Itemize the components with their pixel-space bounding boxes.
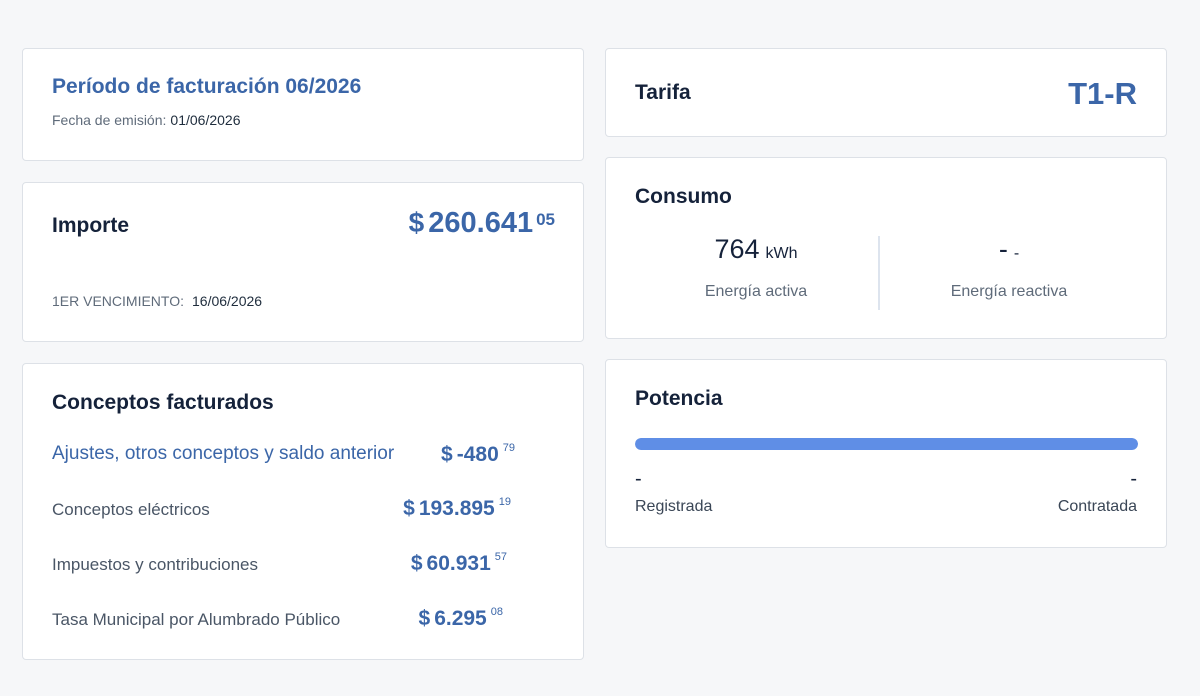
concept-amount-int: 60.931: [426, 552, 491, 575]
energia-activa-label: Energía activa: [704, 283, 808, 300]
importe-card: Importe $260.641 05 1ER VENCIMIENTO: 16/06…: [22, 182, 584, 342]
concept-label: Tasa Municipal por Alumbrado Público: [52, 610, 341, 629]
consumo-title: Consumo: [635, 185, 732, 208]
energia-reactiva-value-row: --: [889, 234, 1129, 265]
concept-amount-cents: 57: [494, 551, 507, 563]
concept-amount: $6.295 08: [418, 606, 504, 631]
concept-label: Conceptos eléctricos: [52, 500, 210, 519]
concept-row-impuestos: Impuestos y contribuciones $60.931 57: [52, 551, 552, 578]
concept-currency: $: [410, 552, 423, 575]
potencia-title: Potencia: [635, 387, 723, 410]
concept-amount-int: 6.295: [434, 607, 487, 630]
concept-amount-int: -480: [456, 443, 499, 466]
vencimiento-label: 1ER VENCIMIENTO:: [52, 293, 184, 309]
potencia-card: Potencia - - Registrada Contratada: [605, 359, 1167, 548]
potencia-bar-fill: [635, 438, 1138, 450]
fecha-emision: Fecha de emisión: 01/06/2026: [52, 112, 240, 128]
energia-activa: 764 kWh Energía activa: [636, 234, 876, 301]
concept-amount-int: 193.895: [418, 497, 495, 520]
consumo-divider: [878, 236, 880, 310]
energia-reactiva: -- Energía reactiva: [889, 234, 1129, 301]
conceptos-title: Conceptos facturados: [52, 391, 274, 414]
concept-amount: $60.931 57: [410, 551, 507, 576]
energia-reactiva-unit: -: [1013, 245, 1020, 262]
concept-amount-cents: 08: [490, 606, 503, 618]
periodo-title: Período de facturación 06/2026: [52, 75, 362, 98]
concept-currency: $: [403, 497, 415, 520]
conceptos-card: Conceptos facturados Ajustes, otros conc…: [22, 363, 584, 660]
tarifa-card: Tarifa T1-R: [605, 48, 1167, 137]
concept-row-electricos: Conceptos eléctricos $193.895 19: [52, 496, 552, 523]
contratada-label: Contratada: [1057, 498, 1137, 515]
registrada-value: -: [635, 468, 642, 490]
energia-activa-value-row: 764 kWh: [636, 234, 876, 265]
contratada-value: -: [1130, 468, 1137, 490]
concept-currency: $: [441, 443, 453, 466]
concept-label-link[interactable]: Ajustes, otros conceptos y saldo anterio…: [52, 443, 394, 465]
concept-amount-cents: 19: [498, 496, 511, 508]
concept-label: Impuestos y contribuciones: [52, 555, 258, 574]
concept-amount: $193.895 19: [403, 496, 511, 521]
importe-amount: $260.641 05: [409, 207, 555, 240]
importe-amount-int: 260.641: [428, 207, 534, 239]
energia-reactiva-value: -: [998, 234, 1008, 264]
concept-amount: $ -480 79: [441, 442, 515, 467]
concept-currency: $: [418, 607, 431, 630]
fecha-emision-value: 01/06/2026: [170, 112, 241, 128]
periodo-card: Período de facturación 06/2026 Fecha de …: [22, 48, 584, 161]
potencia-bar: [635, 438, 1138, 450]
consumo-card: Consumo 764 kWh Energía activa -- Energía…: [605, 157, 1167, 339]
tarifa-title: Tarifa: [635, 81, 691, 104]
concept-row-ajustes[interactable]: Ajustes, otros conceptos y saldo anterio…: [52, 442, 552, 469]
importe-currency: $: [408, 207, 425, 238]
energia-reactiva-label: Energía reactiva: [950, 283, 1068, 300]
vencimiento-value: 16/06/2026: [192, 293, 263, 309]
fecha-emision-label: Fecha de emisión:: [52, 112, 167, 128]
registrada-label: Registrada: [635, 498, 713, 515]
vencimiento: 1ER VENCIMIENTO: 16/06/2026: [52, 293, 262, 309]
concept-row-alumbrado: Tasa Municipal por Alumbrado Público $6.…: [52, 606, 552, 633]
energia-activa-unit: kWh: [765, 245, 798, 262]
concept-amount-cents: 79: [502, 442, 515, 454]
tarifa-value: T1-R: [1068, 76, 1137, 111]
importe-amount-cents: 05: [536, 210, 555, 229]
importe-title: Importe: [52, 214, 130, 237]
energia-activa-value: 764: [714, 234, 760, 264]
